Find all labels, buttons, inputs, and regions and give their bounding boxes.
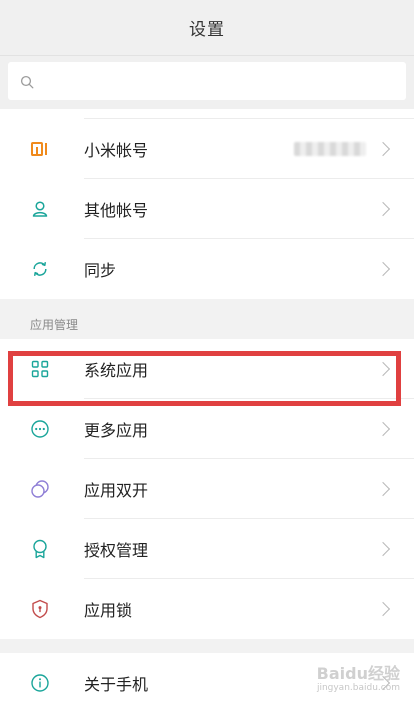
section-gap (0, 299, 414, 309)
list-item-label: 其他帐号 (84, 201, 149, 220)
section-header-app-management: 应用管理 (0, 309, 414, 339)
more-dots-icon (28, 417, 52, 441)
badge-icon (28, 537, 52, 561)
search-box[interactable] (8, 61, 406, 101)
search-area (0, 56, 414, 109)
sync-icon (28, 257, 52, 281)
list-item-mi-account[interactable]: 小米帐号 (0, 119, 414, 179)
list-item-dual-apps[interactable]: 应用双开 (0, 459, 414, 519)
chevron-right-icon (375, 601, 391, 617)
list-item-label: 系统应用 (84, 361, 149, 380)
chevron-right-icon (375, 421, 391, 437)
list-item-permissions[interactable]: 授权管理 (0, 519, 414, 579)
section-gap (0, 639, 414, 653)
list-item-more-apps[interactable]: 更多应用 (0, 399, 414, 459)
about-group: 关于手机 (0, 653, 414, 713)
list-item-sync[interactable]: 同步 (0, 239, 414, 299)
chevron-right-icon (375, 481, 391, 497)
group-top-edge (0, 109, 414, 119)
account-group: 小米帐号 其他帐号 同步 (0, 109, 414, 299)
dual-app-icon (28, 477, 52, 501)
list-item-app-lock[interactable]: 应用锁 (0, 579, 414, 639)
mi-logo-icon (28, 137, 52, 161)
grid-icon (28, 357, 52, 381)
info-icon (28, 671, 52, 695)
apps-group: 系统应用 更多应用 应用双开 授权管理 应用锁 (0, 339, 414, 639)
chevron-right-icon (375, 261, 391, 277)
list-item-about-phone[interactable]: 关于手机 (0, 653, 414, 713)
list-item-label: 同步 (84, 261, 117, 280)
chevron-right-icon (375, 361, 391, 377)
page-title: 设置 (189, 20, 225, 40)
list-item-label: 应用锁 (84, 601, 133, 620)
list-item-label: 关于手机 (84, 675, 149, 694)
list-item-other-accounts[interactable]: 其他帐号 (0, 179, 414, 239)
list-item-system-apps[interactable]: 系统应用 (0, 339, 414, 399)
chevron-right-icon (375, 201, 391, 217)
list-item-label: 授权管理 (84, 541, 149, 560)
user-icon (28, 197, 52, 221)
search-icon (20, 74, 34, 89)
list-item-label: 应用双开 (84, 481, 149, 500)
shield-icon (28, 597, 52, 621)
top-bar: 设置 (0, 0, 414, 56)
account-value-blurred (294, 142, 366, 156)
chevron-right-icon (375, 541, 391, 557)
search-input[interactable] (42, 61, 406, 101)
list-item-label: 小米帐号 (84, 141, 149, 160)
list-item-label: 更多应用 (84, 421, 149, 440)
chevron-right-icon (375, 675, 391, 691)
chevron-right-icon (375, 141, 391, 157)
